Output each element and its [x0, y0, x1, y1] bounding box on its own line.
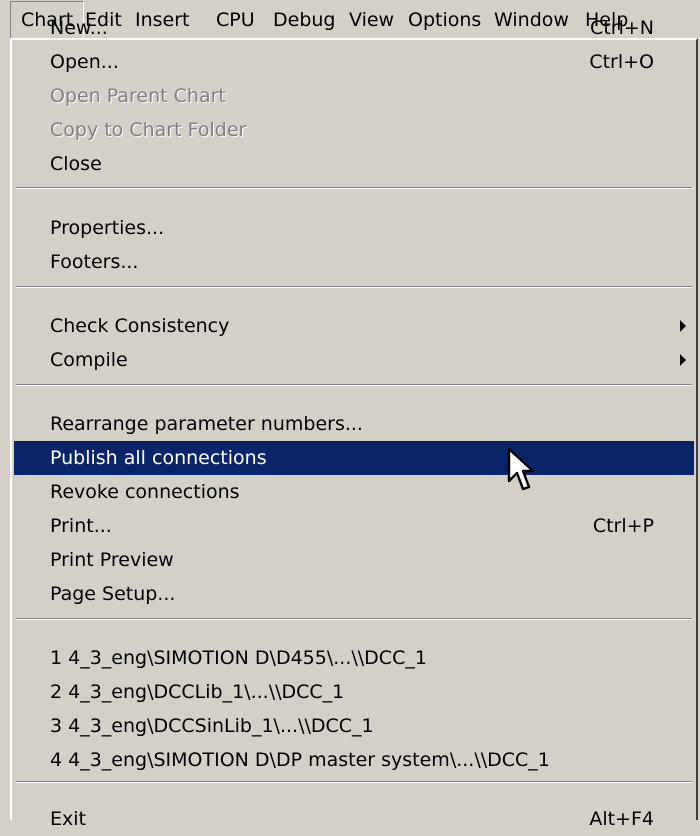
menu-item-copy-to-chart-folder: Copy to Chart Folder: [14, 113, 694, 147]
menu-item-compile[interactable]: Compile: [14, 343, 694, 377]
menu-item-new[interactable]: New... Ctrl+N: [14, 11, 694, 45]
menu-item-revoke-connections[interactable]: Revoke connections: [14, 475, 694, 509]
menu-separator: [16, 384, 692, 386]
menu-item-recent-chart-4[interactable]: 4 4_3_eng\SIMOTION D\DP master system\..…: [14, 743, 694, 777]
submenu-arrow-icon: [676, 343, 686, 377]
menu-item-recent-chart-2[interactable]: 2 4_3_eng\DCCLib_1\...\\DCC_1: [14, 675, 694, 709]
menu-separator: [16, 618, 692, 620]
submenu-arrow-icon: [676, 309, 686, 343]
menu-item-recent-chart-1[interactable]: 1 4_3_eng\SIMOTION D\D455\...\\DCC_1: [14, 641, 694, 675]
chart-menu-dropdown: New... Ctrl+N Open... Ctrl+O Open Parent Cha…: [10, 17, 698, 830]
menu-item-shortcut: Alt+F4: [589, 808, 654, 830]
menu-item-shortcut: Ctrl+N: [590, 17, 654, 39]
menu-item-label: 3 4_3_eng\DCCSinLib_1\...\\DCC_1: [50, 715, 374, 737]
menu-item-label: Compile: [50, 349, 128, 371]
menu-item-label: Copy to Chart Folder: [50, 119, 247, 141]
menu-item-label: Exit: [50, 808, 86, 830]
mouse-pointer-icon: [507, 447, 535, 491]
menu-item-label: Page Setup...: [50, 583, 176, 605]
menu-item-shortcut: Ctrl+O: [589, 51, 654, 73]
menu-item-open[interactable]: Open... Ctrl+O: [14, 45, 694, 79]
menu-item-label: New...: [50, 17, 108, 39]
menu-item-shortcut: Ctrl+P: [592, 515, 654, 537]
menu-item-print-preview[interactable]: Print Preview: [14, 543, 694, 577]
menu-item-open-parent-chart: Open Parent Chart: [14, 79, 694, 113]
menu-item-close[interactable]: Close: [14, 147, 694, 181]
menu-item-label: Print...: [50, 515, 112, 537]
menu-separator: [16, 187, 692, 189]
menu-separator: [16, 781, 692, 783]
menu-separator: [16, 286, 692, 288]
menu-item-label: 4 4_3_eng\SIMOTION D\DP master system\..…: [50, 749, 550, 771]
menu-item-publish-all-connections[interactable]: Publish all connections: [14, 441, 694, 475]
menu-item-label: Check Consistency: [50, 315, 230, 337]
menu-item-properties[interactable]: Properties...: [14, 211, 694, 245]
menu-item-exit[interactable]: Exit Alt+F4: [14, 802, 694, 836]
menu-item-label: 1 4_3_eng\SIMOTION D\D455\...\\DCC_1: [50, 647, 427, 669]
menu-item-label: Open Parent Chart: [50, 85, 226, 107]
menu-item-recent-chart-3[interactable]: 3 4_3_eng\DCCSinLib_1\...\\DCC_1: [14, 709, 694, 743]
menu-item-label: Open...: [50, 51, 119, 73]
menu-item-rearrange-parameter-numbers[interactable]: Rearrange parameter numbers...: [14, 407, 694, 441]
menu-item-label: Close: [50, 153, 102, 175]
menu-item-label: Print Preview: [50, 549, 174, 571]
menu-item-label: Properties...: [50, 217, 165, 239]
menu-item-label: Footers...: [50, 251, 139, 273]
menu-item-page-setup[interactable]: Page Setup...: [14, 577, 694, 611]
menu-item-check-consistency[interactable]: Check Consistency: [14, 309, 694, 343]
menu-item-label: Publish all connections: [50, 447, 267, 469]
menu-item-label: Revoke connections: [50, 481, 240, 503]
menu-item-label: 2 4_3_eng\DCCLib_1\...\\DCC_1: [50, 681, 345, 703]
menu-item-label: Rearrange parameter numbers...: [50, 413, 363, 435]
menu-item-print[interactable]: Print... Ctrl+P: [14, 509, 694, 543]
menu-item-footers[interactable]: Footers...: [14, 245, 694, 279]
